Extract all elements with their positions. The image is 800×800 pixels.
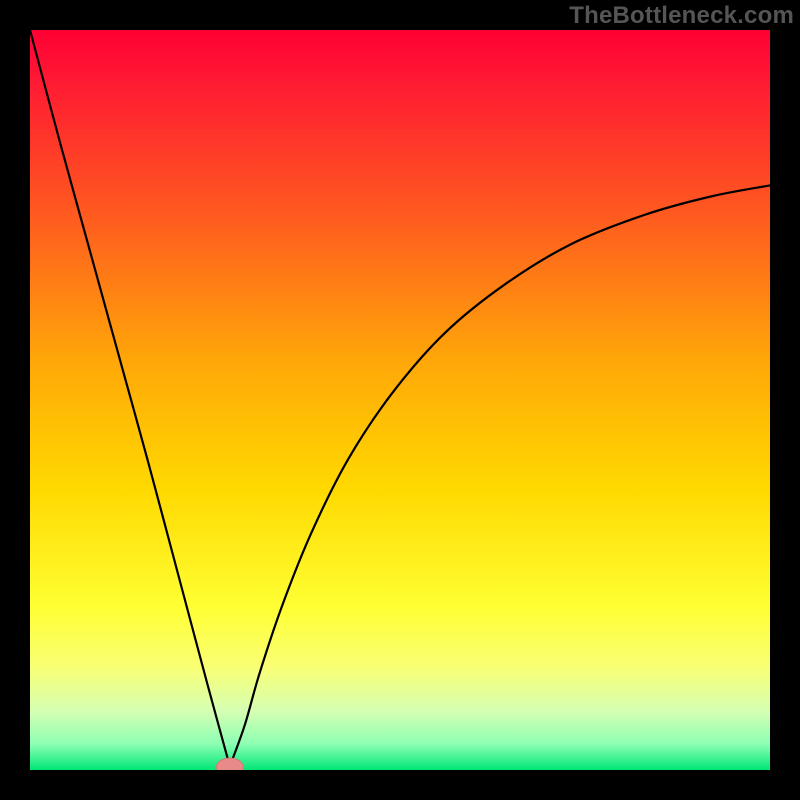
- watermark-text: TheBottleneck.com: [569, 2, 794, 30]
- chart-frame: TheBottleneck.com: [0, 0, 800, 800]
- chart-plot: [30, 30, 770, 770]
- chart-background: [30, 30, 770, 770]
